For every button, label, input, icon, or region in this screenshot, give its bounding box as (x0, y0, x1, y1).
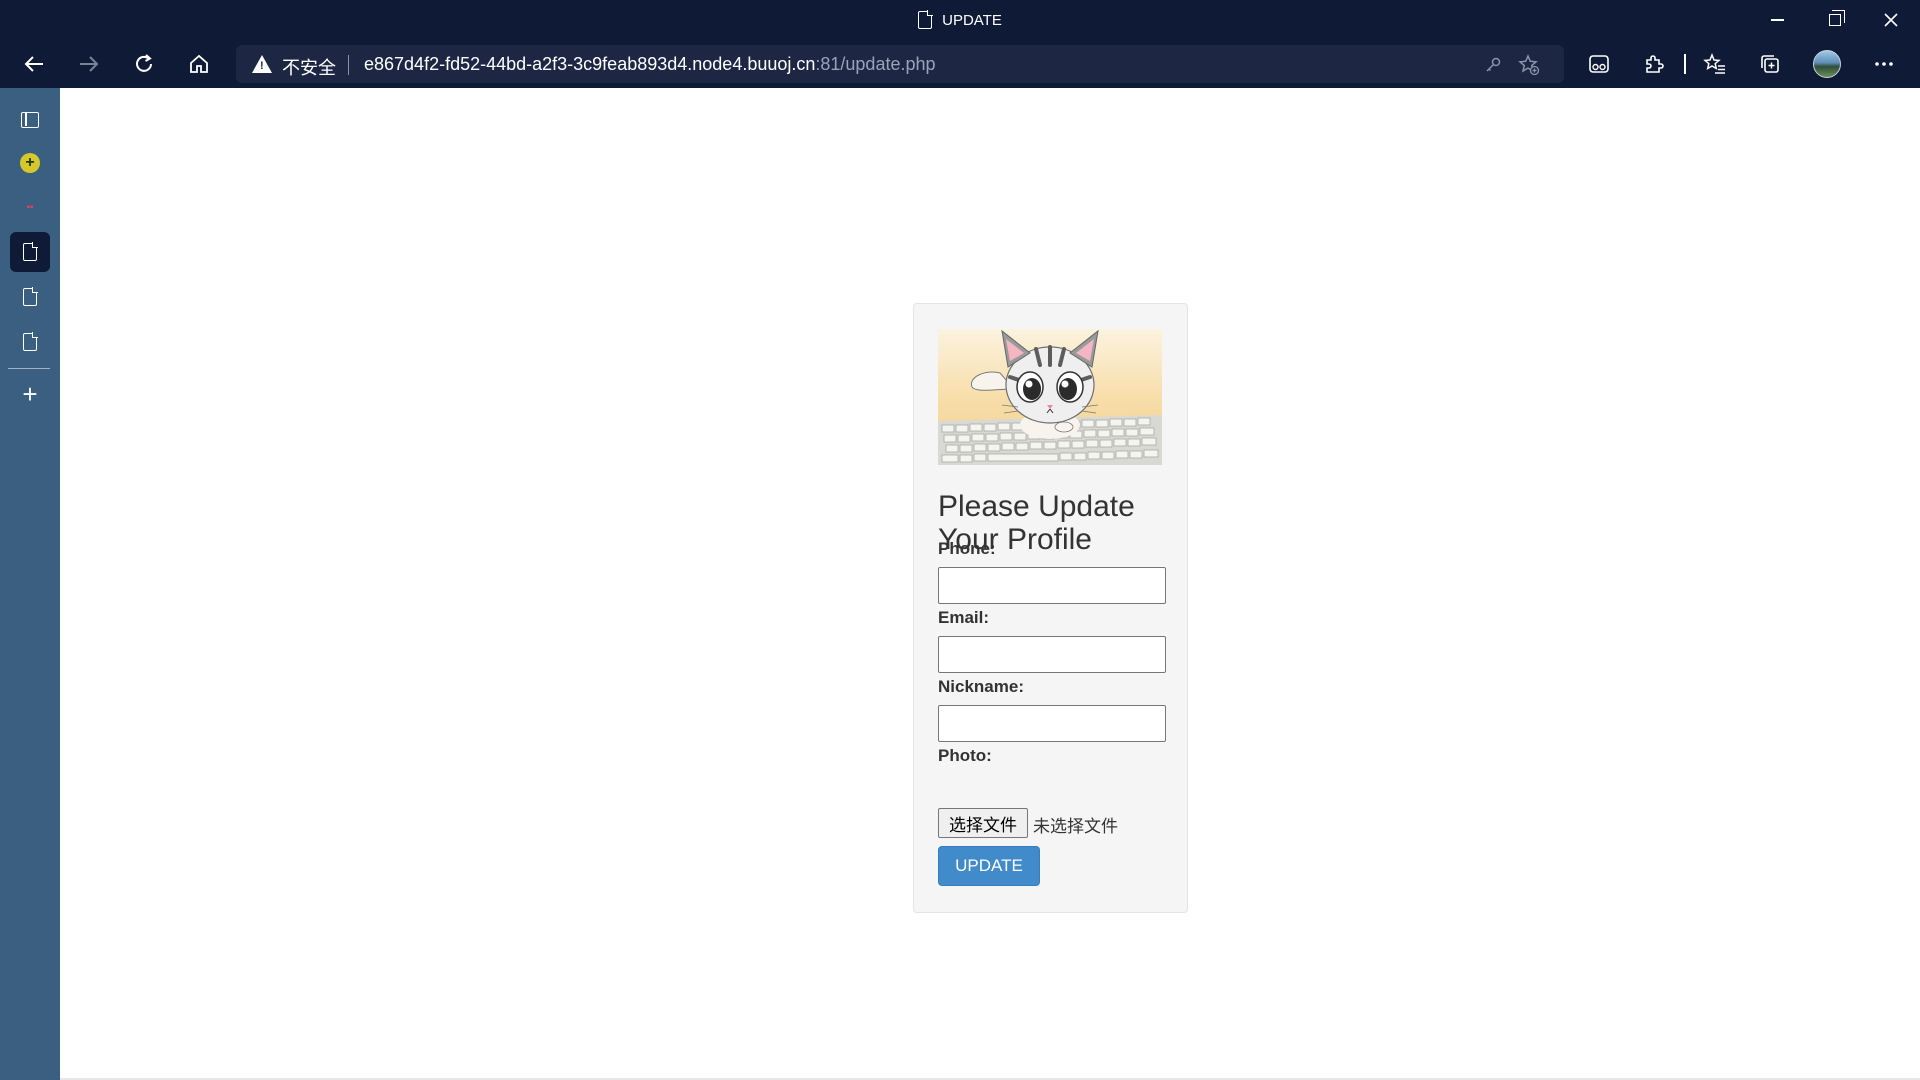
home-button[interactable] (179, 44, 219, 84)
forward-button[interactable] (69, 44, 109, 84)
address-separator (348, 55, 349, 75)
close-icon (1884, 13, 1898, 27)
sidebar-tab-extension[interactable]: + (10, 143, 50, 183)
red-tab-icon: ▪▪ (26, 201, 34, 213)
security-indicator[interactable]: 不安全 (282, 54, 336, 80)
email-input[interactable] (938, 636, 1166, 673)
vertical-tabs-sidebar: + ▪▪ + (0, 88, 60, 1080)
favorites-icon (1703, 53, 1725, 74)
back-button[interactable] (14, 44, 54, 84)
sidebar-tab-active[interactable] (10, 232, 50, 272)
window-title: UPDATE (0, 0, 1920, 40)
title-bar: UPDATE (0, 0, 1920, 40)
page-icon (23, 287, 38, 306)
nickname-input[interactable] (938, 705, 1166, 742)
photo-label: Photo: (938, 746, 992, 765)
toolbar-divider (1684, 54, 1686, 74)
update-form-card: Please Update Your Profile Phone: Email:… (913, 303, 1188, 913)
extensions-icon (1646, 55, 1664, 73)
more-button[interactable] (1864, 44, 1904, 84)
sidebar-tab-red[interactable]: ▪▪ (10, 187, 50, 227)
cat-keyboard-image (938, 329, 1162, 465)
new-tab-button[interactable]: + (10, 374, 50, 414)
tab-actions-button[interactable] (10, 100, 50, 140)
choose-file-button[interactable]: 选择文件 (938, 808, 1028, 838)
minimize-icon (1770, 19, 1784, 21)
url-host: e867d4f2-fd52-44bd-a2f3-3c9feab893d4.nod… (364, 54, 816, 74)
more-icon (1875, 62, 1893, 66)
page-icon (23, 242, 38, 261)
collections-icon (1761, 55, 1779, 73)
tab-actions-icon (21, 112, 39, 128)
sidebar-tab[interactable] (10, 277, 50, 317)
home-icon (190, 54, 208, 73)
file-status-text: 未选择文件 (1033, 817, 1118, 836)
profile-button[interactable] (1807, 44, 1847, 84)
phone-input[interactable] (938, 567, 1166, 604)
url-path: :81/update.php (815, 54, 936, 74)
address-bar[interactable]: ! 不安全 e867d4f2-fd52-44bd-a2f3-3c9feab893… (236, 45, 1564, 83)
favorites-button[interactable] (1695, 44, 1735, 84)
refresh-button[interactable] (124, 44, 164, 84)
immersive-reader-button[interactable] (1579, 44, 1619, 84)
page-content: Please Update Your Profile Phone: Email:… (60, 88, 1920, 1080)
profile-avatar (1813, 50, 1841, 78)
minimize-button[interactable] (1748, 0, 1806, 40)
window-title-text: UPDATE (942, 11, 1002, 29)
sidebar-divider (8, 368, 50, 369)
restore-icon (1829, 10, 1845, 26)
collections-button[interactable] (1750, 44, 1790, 84)
page-icon (23, 332, 38, 351)
add-favorite-icon[interactable] (1518, 54, 1540, 76)
refresh-icon (136, 54, 152, 72)
new-tab-icon: + (22, 378, 38, 409)
restore-button[interactable] (1806, 0, 1864, 40)
page-icon (918, 10, 934, 29)
key-icon[interactable] (1482, 54, 1504, 76)
update-submit-button[interactable]: UPDATE (938, 846, 1040, 886)
nickname-label: Nickname: (938, 677, 1024, 696)
url-text[interactable]: e867d4f2-fd52-44bd-a2f3-3c9feab893d4.nod… (364, 54, 936, 75)
forward-icon (80, 56, 99, 72)
browser-toolbar: ! 不安全 e867d4f2-fd52-44bd-a2f3-3c9feab893… (0, 40, 1920, 88)
close-window-button[interactable] (1862, 0, 1920, 40)
immersive-reader-icon (1589, 55, 1609, 73)
extension-badge-icon: + (20, 153, 40, 173)
extensions-button[interactable] (1634, 44, 1674, 84)
sidebar-tab[interactable] (10, 322, 50, 362)
email-label: Email: (938, 608, 990, 627)
back-icon (24, 56, 43, 72)
phone-label: Phone: (938, 539, 996, 558)
